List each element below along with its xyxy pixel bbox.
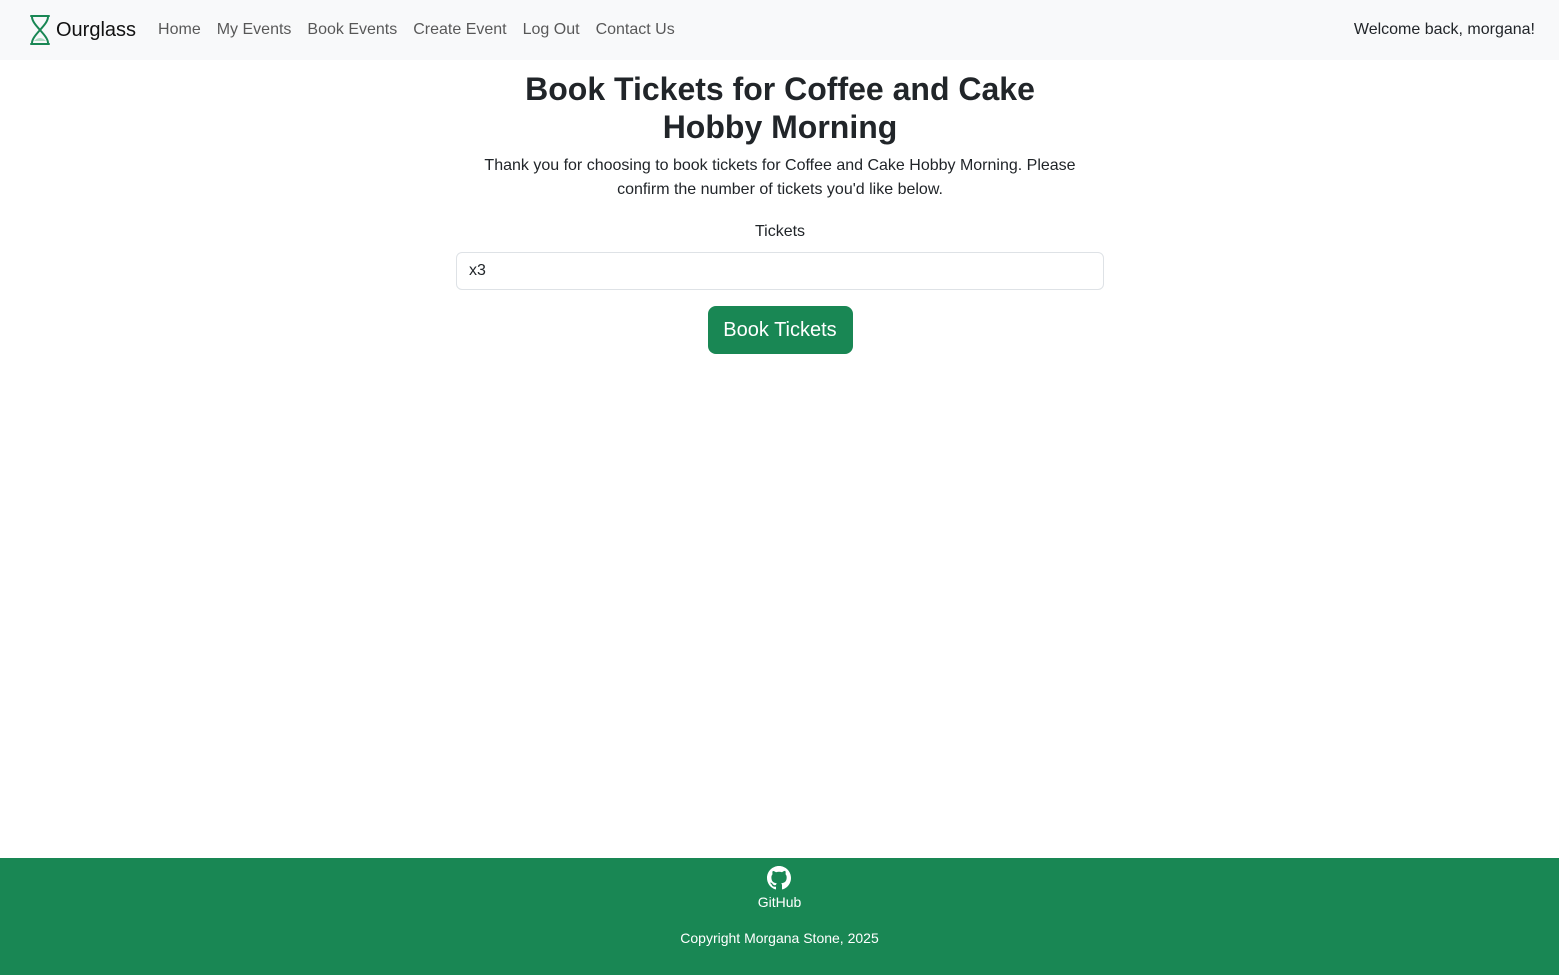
nav-create-event[interactable]: Create Event — [405, 21, 514, 39]
page-title: Book Tickets for Coffee and Cake Hobby M… — [525, 71, 1035, 145]
tickets-input[interactable] — [456, 252, 1104, 290]
github-icon — [767, 866, 792, 890]
intro-text: Thank you for choosing to book tickets f… — [484, 157, 1076, 198]
hourglass-icon — [30, 15, 50, 45]
nav-book-events[interactable]: Book Events — [299, 21, 405, 39]
nav-home[interactable]: Home — [150, 21, 209, 39]
nav-my-events[interactable]: My Events — [209, 21, 300, 39]
brand-name: Ourglass — [56, 18, 137, 41]
nav-contact-us[interactable]: Contact Us — [588, 21, 683, 39]
booking-form-section: Book Tickets for Coffee and Cake Hobby M… — [456, 60, 1104, 354]
brand-link[interactable]: Ourglass — [28, 15, 136, 45]
welcome-message: Welcome back, morgana! — [1353, 21, 1535, 38]
github-link[interactable]: GitHub — [757, 866, 802, 910]
tickets-label: Tickets — [754, 223, 806, 240]
navbar: Ourglass Home My Events Book Events Crea… — [0, 0, 1559, 60]
nav-log-out[interactable]: Log Out — [515, 21, 588, 39]
book-tickets-button[interactable]: Book Tickets — [707, 306, 853, 354]
nav-links: Home My Events Book Events Create Event … — [150, 21, 683, 39]
copyright-text: Copyright Morgana Stone, 2025 — [680, 930, 879, 946]
github-label: GitHub — [757, 894, 802, 910]
footer: GitHub Copyright Morgana Stone, 2025 — [0, 858, 1559, 975]
